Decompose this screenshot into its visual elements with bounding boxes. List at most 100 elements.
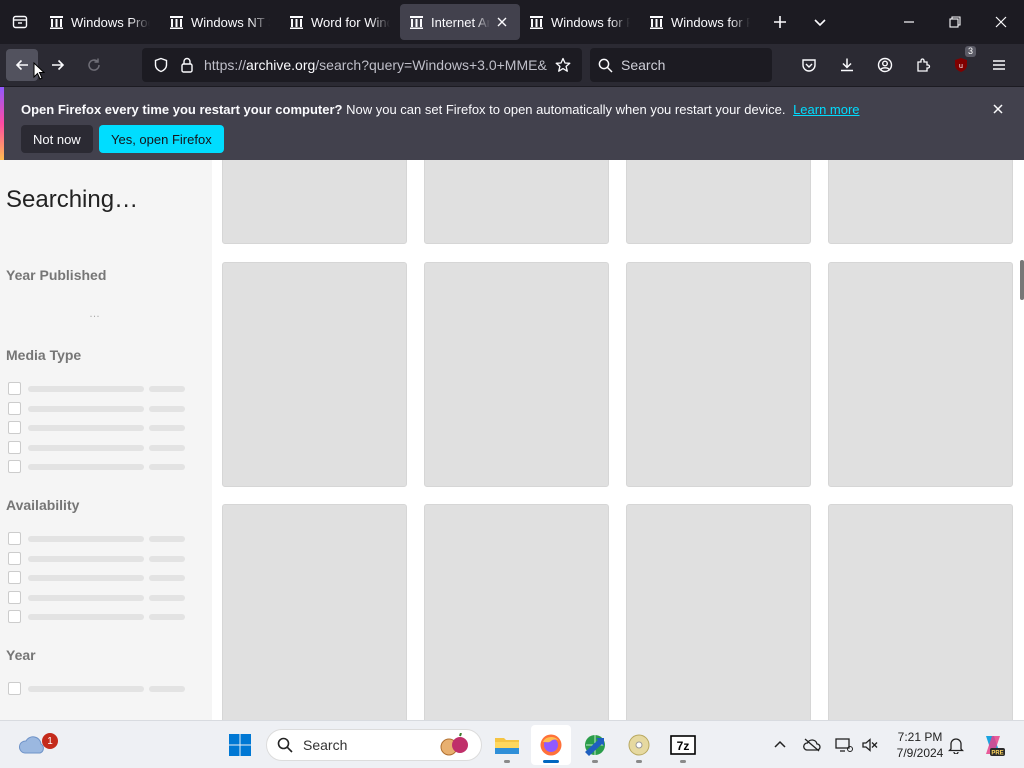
- tab-5[interactable]: Windows for P: [520, 4, 640, 40]
- placeholder-count: [149, 425, 185, 431]
- facet-placeholder-row[interactable]: [8, 610, 188, 623]
- taskbar-network-globe-app[interactable]: [575, 725, 615, 765]
- app-menu-button[interactable]: [982, 49, 1016, 81]
- network-tray-icon[interactable]: [832, 721, 856, 768]
- placeholder-checkbox[interactable]: [8, 421, 21, 434]
- placeholder-checkbox[interactable]: [8, 610, 21, 623]
- close-icon: [993, 104, 1003, 114]
- notification-body: Now you can set Firefox to open automati…: [346, 102, 786, 117]
- facet-placeholder-row[interactable]: [8, 421, 188, 434]
- account-button[interactable]: [868, 49, 902, 81]
- new-tab-button[interactable]: [760, 0, 800, 44]
- placeholder-label: [28, 406, 144, 412]
- arrow-left-icon: [15, 59, 28, 71]
- taskbar-file-explorer[interactable]: [487, 725, 527, 765]
- download-icon: [841, 58, 853, 72]
- arrow-right-icon: [52, 59, 65, 71]
- tab-label: Windows NT 3: [191, 14, 270, 30]
- result-tile-placeholder: [626, 262, 811, 487]
- facet-placeholder-row[interactable]: [8, 532, 188, 545]
- taskbar-firefox[interactable]: [531, 725, 571, 765]
- placeholder-count: [149, 595, 185, 601]
- web-search-bar[interactable]: Search: [590, 48, 772, 82]
- running-indicator: [592, 760, 598, 763]
- placeholder-checkbox[interactable]: [8, 571, 21, 584]
- show-hidden-icons-button[interactable]: [768, 721, 792, 768]
- archive-favicon-icon: [530, 15, 543, 29]
- taskbar-7zip[interactable]: 7z: [663, 725, 703, 765]
- learn-more-link[interactable]: Learn more: [793, 102, 859, 117]
- copilot-button[interactable]: PRE: [976, 721, 1010, 768]
- bookmark-star-icon[interactable]: [550, 52, 576, 78]
- tab-3[interactable]: Word for Wind: [280, 4, 400, 40]
- taskbar-search-box[interactable]: Search: [266, 729, 482, 761]
- tab-2[interactable]: Windows NT 3: [160, 4, 280, 40]
- facet-placeholder-row[interactable]: [8, 571, 188, 584]
- start-button[interactable]: [220, 725, 260, 765]
- placeholder-checkbox[interactable]: [8, 402, 21, 415]
- reload-button[interactable]: [78, 49, 110, 81]
- tab-1[interactable]: Windows Prog: [40, 4, 160, 40]
- downloads-button[interactable]: [830, 49, 864, 81]
- url-text[interactable]: https://archive.org/search?query=Windows…: [204, 57, 550, 73]
- pocket-icon: [802, 59, 816, 72]
- facet-placeholder-row[interactable]: [8, 682, 188, 695]
- folder-icon: [495, 738, 519, 754]
- result-tile-placeholder: [828, 504, 1013, 720]
- page-scrollbar-thumb[interactable]: [1020, 260, 1024, 300]
- not-now-button[interactable]: Not now: [21, 125, 93, 153]
- lock-icon[interactable]: [174, 52, 200, 78]
- forward-button[interactable]: [42, 49, 74, 81]
- facet-placeholder-row[interactable]: [8, 552, 188, 565]
- tab-close-icon[interactable]: [494, 14, 510, 30]
- placeholder-checkbox[interactable]: [8, 591, 21, 604]
- placeholder-checkbox[interactable]: [8, 460, 21, 473]
- facet-placeholder-row[interactable]: [8, 460, 188, 473]
- firefox-view-icon: [12, 15, 28, 29]
- tracking-protection-shield-icon[interactable]: [148, 52, 174, 78]
- running-indicator: [504, 760, 510, 763]
- mouse-cursor-icon: [33, 62, 45, 80]
- facet-placeholder-row[interactable]: [8, 441, 188, 454]
- search-status: Searching…: [6, 186, 139, 213]
- placeholder-checkbox[interactable]: [8, 382, 21, 395]
- tab-6[interactable]: Windows for P: [640, 4, 760, 40]
- globe-arrow-icon: [585, 735, 605, 756]
- ublock-extension-button[interactable]: u 3: [944, 46, 978, 81]
- restore-button[interactable]: [932, 0, 978, 44]
- tab-label: Windows for P: [671, 14, 750, 30]
- account-icon: [877, 57, 893, 73]
- svg-text:7z: 7z: [677, 739, 690, 753]
- notification-close-button[interactable]: [988, 99, 1008, 119]
- taskbar-disc-app[interactable]: [619, 725, 659, 765]
- cd-disc-icon: [628, 734, 650, 756]
- facet-placeholder-row[interactable]: [8, 591, 188, 604]
- facet-placeholder-row[interactable]: [8, 402, 188, 415]
- placeholder-checkbox[interactable]: [8, 441, 21, 454]
- onedrive-tray-icon[interactable]: [800, 721, 824, 768]
- tab-4-active[interactable]: Internet Arc: [400, 4, 520, 40]
- tab-strip: Windows Prog Windows NT 3 Word for Wind …: [0, 0, 1024, 44]
- weather-widget[interactable]: 1: [12, 725, 58, 765]
- pocket-button[interactable]: [792, 49, 826, 81]
- facet-placeholder-row[interactable]: [8, 382, 188, 395]
- volume-tray-icon[interactable]: [858, 721, 882, 768]
- list-all-tabs-button[interactable]: [800, 0, 840, 44]
- placeholder-count: [149, 686, 185, 692]
- archive-favicon-icon: [410, 15, 423, 29]
- close-window-button[interactable]: [978, 0, 1024, 44]
- search-highlight-icon: [440, 733, 468, 756]
- extension-count-badge: 3: [964, 46, 976, 57]
- placeholder-checkbox[interactable]: [8, 532, 21, 545]
- yes-open-firefox-button[interactable]: Yes, open Firefox: [99, 125, 224, 153]
- placeholder-count: [149, 386, 185, 392]
- firefox-view-button[interactable]: [0, 0, 40, 44]
- reload-icon: [88, 58, 100, 71]
- extensions-button[interactable]: [906, 49, 940, 81]
- notifications-button[interactable]: [944, 721, 968, 768]
- cloud-off-icon: [803, 738, 821, 752]
- url-bar[interactable]: https://archive.org/search?query=Windows…: [142, 48, 582, 82]
- placeholder-checkbox[interactable]: [8, 552, 21, 565]
- placeholder-checkbox[interactable]: [8, 682, 21, 695]
- minimize-button[interactable]: [886, 0, 932, 44]
